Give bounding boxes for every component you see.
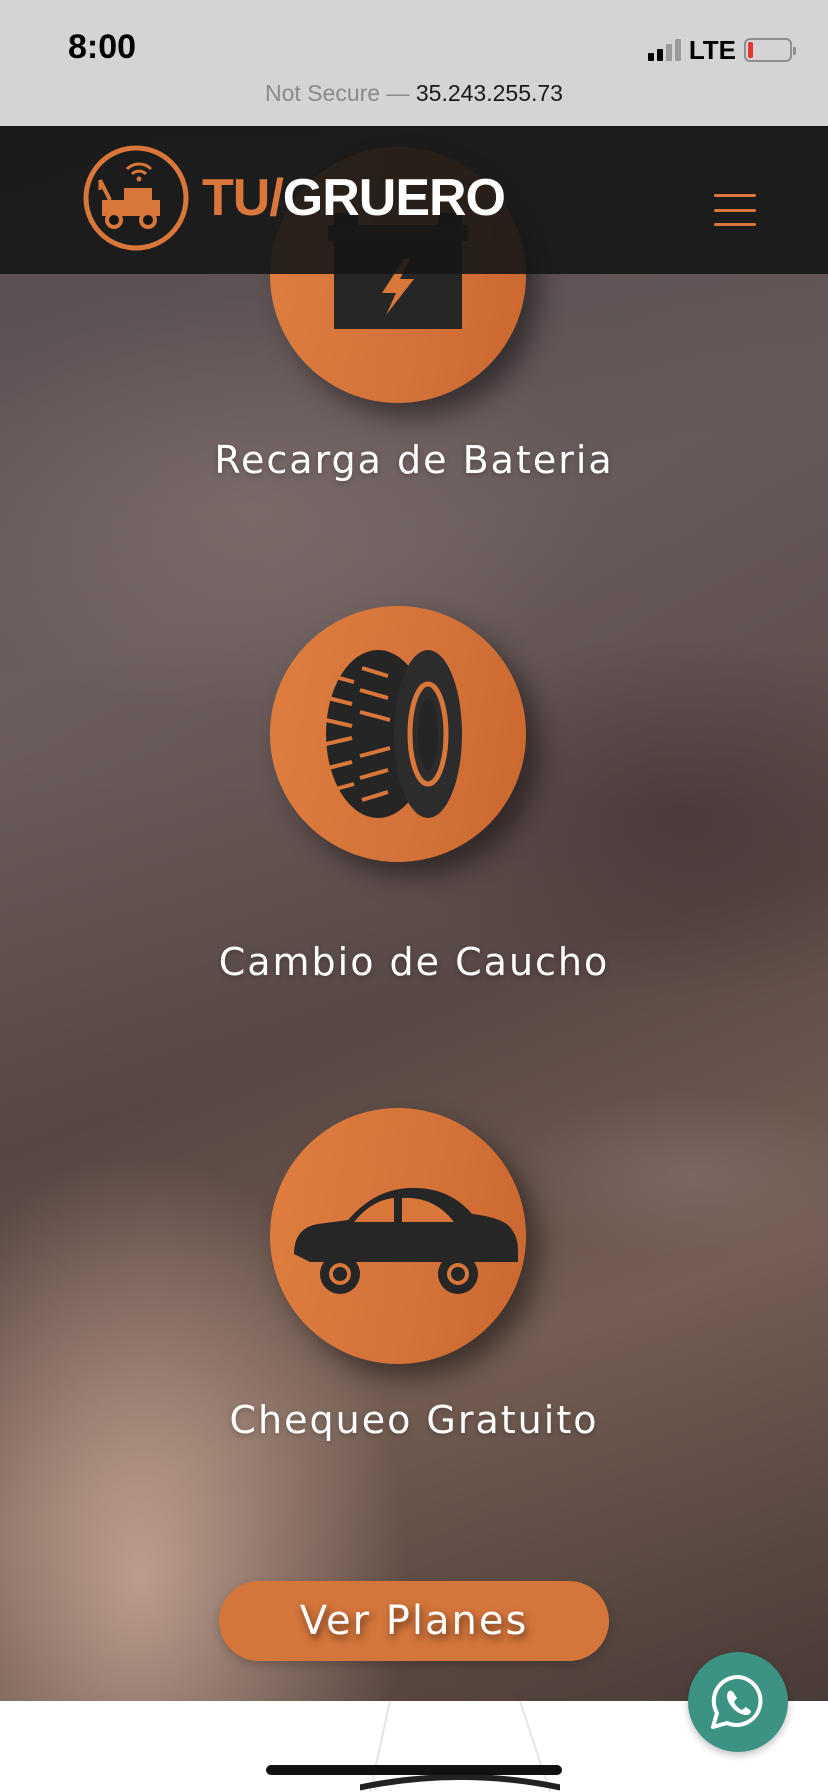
tire-icon [325,650,462,818]
status-indicators: LTE [647,34,796,65]
whatsapp-button[interactable] [688,1652,788,1752]
status-time: 8:00 [68,28,137,66]
status-bar: 8:00 LTE Not Secure — 35.243.255.73 [0,0,828,126]
ver-planes-button[interactable]: Ver Planes [219,1581,609,1661]
hamburger-icon-line [714,223,756,226]
home-indicator[interactable] [266,1765,562,1775]
service-label-battery: Recarga de Bateria [214,438,614,482]
logo-tu: TU/ [202,169,284,227]
whatsapp-icon [711,1674,763,1729]
service-label-tire: Cambio de Caucho [218,940,610,984]
host-url: 35.243.255.73 [415,80,563,106]
cellular-signal-icon [647,39,681,61]
tire-service-circle[interactable] [270,606,526,862]
battery-icon [744,38,796,62]
hamburger-menu-button[interactable] [714,194,756,226]
car-icon [294,1187,518,1294]
decorative-lines [360,1701,560,1792]
logo-gruero: GRUERO [282,169,506,227]
logo-wordmark: TU/GRUERO [202,168,506,228]
hamburger-icon-line [714,194,756,197]
site-header: TU/GRUERO [0,126,828,274]
service-label-check: Chequeo Gratuito [229,1398,599,1442]
hamburger-icon-line [714,208,756,212]
logo[interactable]: TU/GRUERO [82,144,506,252]
tow-truck-logo-icon [83,145,189,251]
security-label: Not Secure — [265,80,410,106]
network-type: LTE [688,34,736,65]
address-bar[interactable]: Not Secure — 35.243.255.73 [0,80,828,107]
car-service-circle[interactable] [270,1108,526,1364]
